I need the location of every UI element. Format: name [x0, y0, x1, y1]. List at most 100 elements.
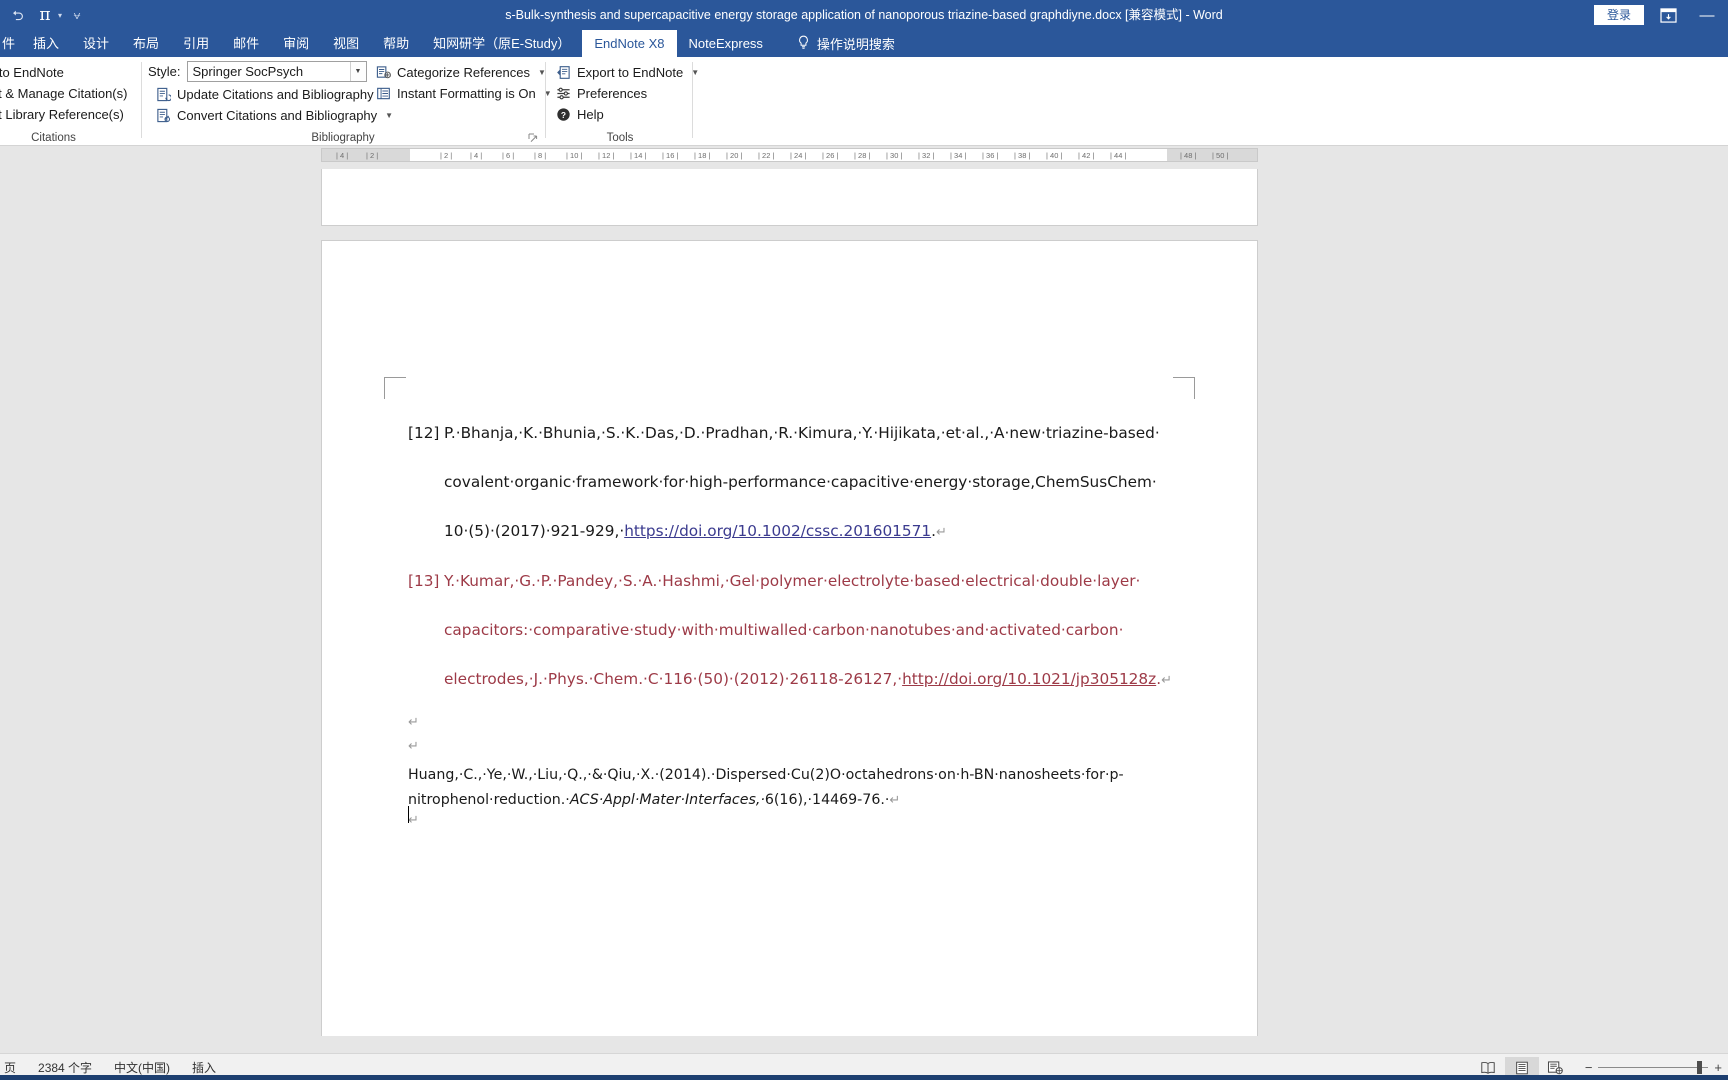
- document-text-body[interactable]: [12] P.·Bhanja,·K.·Bhunia,·S.·K.·Das,·D.…: [408, 409, 1198, 837]
- ruler-tick: | 4 |: [470, 151, 483, 160]
- zoom-track[interactable]: [1598, 1061, 1709, 1074]
- ruler-tick: | 18 |: [694, 151, 711, 160]
- tell-me-label: 操作说明搜索: [816, 37, 895, 52]
- zoom-in-button[interactable]: +: [1714, 1060, 1722, 1075]
- export-to-endnote-icon: [555, 64, 572, 81]
- ribbon-display-options-icon[interactable]: [1658, 6, 1678, 24]
- categorize-references-icon: [375, 64, 392, 81]
- export-to-endnote-button[interactable]: Export to EndNote ▼: [555, 61, 699, 84]
- style-label: Style:: [148, 64, 181, 79]
- go-to-endnote-label: o to EndNote: [0, 65, 64, 80]
- document-page[interactable]: [12] P.·Bhanja,·K.·Bhunia,·S.·K.·Das,·D.…: [321, 240, 1258, 1036]
- doi-hyperlink[interactable]: https://doi.org/10.1002/cssc.201601571: [624, 522, 931, 540]
- journal-title-italic: ACS·Appl·Mater·Interfaces,·: [569, 791, 765, 808]
- edit-manage-citations-button[interactable]: dit & Manage Citation(s): [0, 82, 127, 105]
- word-count[interactable]: 2384 个字: [38, 1059, 92, 1076]
- help-icon: ?: [555, 106, 572, 123]
- ruler-tick: | 26 |: [822, 151, 839, 160]
- instant-formatting-label: Instant Formatting is On: [397, 86, 536, 101]
- zoom-out-button[interactable]: −: [1585, 1060, 1593, 1075]
- tab-noteexpress[interactable]: NoteExpress: [677, 30, 775, 57]
- paragraph-mark: ↵: [1161, 673, 1172, 688]
- final-empty-paragraph[interactable]: ↵: [408, 813, 1198, 837]
- tab-references[interactable]: 引用: [171, 30, 221, 57]
- reference-line: 10·(5)·(2017)·921-929,·https://doi.org/1…: [444, 507, 1198, 557]
- ruler-tick: | 16 |: [662, 151, 679, 160]
- tab-cnki-estudy[interactable]: 知网研学（原E-Study）: [421, 30, 582, 57]
- ruler-tick-labels: | 4 | | 2 | | 2 | | 4 | | 6 | | 8 | | 10 | | 12…: [322, 149, 1257, 161]
- style-combobox[interactable]: Springer SocPsych ▼: [186, 61, 367, 82]
- tab-file[interactable]: 件: [0, 30, 21, 57]
- chevron-down-icon[interactable]: ▼: [349, 62, 366, 81]
- bibliography-entry-12[interactable]: [12] P.·Bhanja,·K.·Bhunia,·S.·K.·Das,·D.…: [408, 409, 1198, 557]
- ribbon-group-citations-label: Citations: [31, 132, 76, 144]
- word-application-window: π ▾ ⩝ s-Bulk-synthesis and supercapaciti…: [0, 0, 1728, 1080]
- title-bar: π ▾ ⩝ s-Bulk-synthesis and supercapaciti…: [0, 0, 1728, 30]
- ruler-tick: | 32 |: [918, 151, 935, 160]
- empty-paragraph[interactable]: ↵: [408, 715, 1198, 739]
- convert-citations-bibliography-button[interactable]: Convert Citations and Bibliography ▼: [155, 104, 393, 127]
- instant-formatting-icon: [375, 85, 392, 102]
- reference-number: [13]: [408, 572, 440, 590]
- tab-layout[interactable]: 布局: [121, 30, 171, 57]
- update-citations-bibliography-label: Update Citations and Bibliography: [177, 87, 374, 102]
- help-button[interactable]: ? Help: [555, 103, 604, 126]
- sign-in-button[interactable]: 登录: [1593, 5, 1644, 25]
- ribbon-group-bibliography: Style: Springer SocPsych ▼ Update Citati…: [143, 57, 552, 146]
- tab-view[interactable]: 视图: [321, 30, 371, 57]
- doi-hyperlink[interactable]: http://doi.org/10.1021/jp305128z: [902, 670, 1156, 688]
- document-canvas: [12] P.·Bhanja,·K.·Bhunia,·S.·K.·Das,·D.…: [0, 164, 1728, 1036]
- reference-line: Y.·Kumar,·G.·P.·Pandey,·S.·A.·Hashmi,·Ge…: [444, 572, 1141, 590]
- tab-insert[interactable]: 插入: [21, 30, 71, 57]
- preferences-label: Preferences: [577, 86, 648, 101]
- style-selector-row: Style: Springer SocPsych ▼: [148, 61, 367, 82]
- zoom-slider[interactable]: − +: [1585, 1060, 1722, 1075]
- ruler-tick: | 44 |: [1110, 151, 1127, 160]
- paragraph-mark: ↵: [408, 813, 419, 828]
- minimize-button[interactable]: —: [1692, 4, 1722, 26]
- ruler-tick: | 28 |: [854, 151, 871, 160]
- tab-mailings[interactable]: 邮件: [221, 30, 271, 57]
- tab-help[interactable]: 帮助: [371, 30, 421, 57]
- taskbar-strip: [0, 1075, 1728, 1080]
- reference-line: capacitors:·comparative·study·with·multi…: [444, 621, 1124, 639]
- convert-citations-bibliography-label: Convert Citations and Bibliography: [177, 108, 378, 123]
- update-citations-bibliography-button[interactable]: Update Citations and Bibliography: [155, 83, 374, 106]
- ruler-tick: | 30 |: [886, 151, 903, 160]
- preferences-button[interactable]: Preferences: [555, 82, 647, 105]
- ribbon-group-tools-label: Tools: [606, 132, 634, 144]
- language-indicator[interactable]: 中文(中国): [114, 1059, 170, 1076]
- tab-endnote-x8[interactable]: EndNote X8: [582, 30, 677, 57]
- empty-paragraph[interactable]: ↵: [408, 739, 1198, 763]
- horizontal-ruler[interactable]: | 4 | | 2 | | 2 | | 4 | | 6 | | 8 | | 10 | | 12…: [321, 148, 1258, 162]
- edit-library-references-label: dit Library Reference(s): [0, 107, 124, 122]
- ribbon: o to EndNote dit & Manage Citation(s) di…: [0, 57, 1728, 146]
- status-bar-left: 页 2384 个字 中文(中国) 插入: [0, 1059, 216, 1076]
- document-title: s-Bulk-synthesis and supercapacitive ene…: [505, 8, 1223, 22]
- insert-mode-indicator[interactable]: 插入: [192, 1059, 216, 1076]
- chevron-down-icon[interactable]: ▼: [385, 111, 393, 120]
- ribbon-tab-strip: 件 插入 设计 布局 引用 邮件 审阅 视图 帮助 知网研学（原E-Study）…: [0, 30, 1728, 57]
- paragraph-mark: ↵: [408, 715, 419, 730]
- page-indicator[interactable]: 页: [4, 1059, 16, 1076]
- ruler-tick: | 42 |: [1078, 151, 1095, 160]
- ruler-tick: | 2 |: [440, 151, 453, 160]
- tab-design[interactable]: 设计: [71, 30, 121, 57]
- reference-line: P.·Bhanja,·K.·Bhunia,·S.·K.·Das,·D.·Prad…: [444, 424, 1160, 442]
- bibliography-dialog-launcher[interactable]: [527, 132, 539, 144]
- categorize-references-button[interactable]: Categorize References ▼: [375, 61, 546, 84]
- reference-line-text: electrodes,·J.·Phys.·Chem.·C·116·(50)·(2…: [444, 670, 903, 688]
- zoom-thumb[interactable]: [1697, 1061, 1703, 1074]
- ribbon-divider-3: [692, 62, 693, 138]
- ruler-tick: | 8 |: [534, 151, 547, 160]
- ruler-tick: | 24 |: [790, 151, 807, 160]
- ruler-tick: | 20 |: [726, 151, 743, 160]
- export-to-endnote-label: Export to EndNote: [577, 65, 684, 80]
- tab-review[interactable]: 审阅: [271, 30, 321, 57]
- instant-formatting-button[interactable]: Instant Formatting is On ▼: [375, 82, 552, 105]
- plain-paragraph-huang[interactable]: Huang,·C.,·Ye,·W.,·Liu,·Q.,·&·Qiu,·X.·(2…: [408, 763, 1198, 813]
- go-to-endnote-button[interactable]: o to EndNote: [0, 61, 64, 84]
- edit-library-references-button[interactable]: dit Library Reference(s): [0, 103, 124, 126]
- tell-me-search[interactable]: 操作说明搜索: [775, 30, 907, 57]
- bibliography-entry-13[interactable]: [13] Y.·Kumar,·G.·P.·Pandey,·S.·A.·Hashm…: [408, 557, 1198, 705]
